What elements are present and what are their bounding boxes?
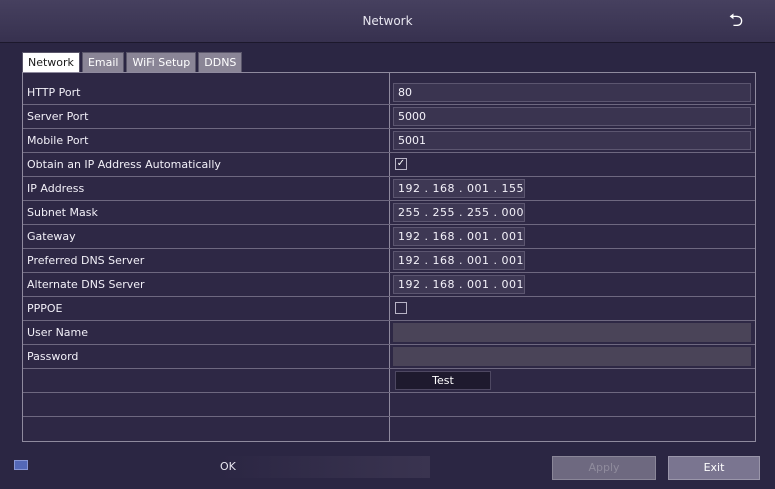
http-port-input[interactable]: 80 bbox=[393, 83, 751, 102]
mobile-port-input[interactable]: 5001 bbox=[393, 131, 751, 150]
pppoe-label: PPPOE bbox=[27, 302, 63, 315]
status-indicator-icon bbox=[14, 460, 28, 470]
server-port-label: Server Port bbox=[27, 110, 89, 123]
row-gateway: Gateway 192 . 168 . 001 . 001 bbox=[23, 225, 755, 249]
tab-email[interactable]: Email bbox=[81, 52, 125, 72]
alternate-dns-label: Alternate DNS Server bbox=[27, 278, 145, 291]
tab-bar: Network Email WiFi Setup DDNS bbox=[22, 52, 244, 72]
preferred-dns-input[interactable]: 192 . 168 . 001 . 001 bbox=[393, 251, 525, 270]
tab-ddns[interactable]: DDNS bbox=[198, 52, 243, 72]
user-name-input[interactable] bbox=[393, 323, 751, 342]
row-preferred-dns: Preferred DNS Server 192 . 168 . 001 . 0… bbox=[23, 249, 755, 273]
http-port-label: HTTP Port bbox=[27, 86, 81, 99]
apply-button[interactable]: Apply bbox=[552, 456, 656, 480]
row-user-name: User Name bbox=[23, 321, 755, 345]
gateway-input[interactable]: 192 . 168 . 001 . 001 bbox=[393, 227, 525, 246]
subnet-mask-input[interactable]: 255 . 255 . 255 . 000 bbox=[393, 203, 525, 222]
row-alternate-dns: Alternate DNS Server 192 . 168 . 001 . 0… bbox=[23, 273, 755, 297]
tab-wifi-setup[interactable]: WiFi Setup bbox=[126, 52, 197, 72]
pppoe-checkbox[interactable] bbox=[395, 302, 407, 314]
mobile-port-label: Mobile Port bbox=[27, 134, 89, 147]
row-empty-1 bbox=[23, 393, 755, 417]
row-test: Test bbox=[23, 369, 755, 393]
test-button[interactable]: Test bbox=[395, 371, 491, 390]
password-label: Password bbox=[27, 350, 79, 363]
window-title: Network bbox=[362, 14, 413, 28]
return-arrow-icon[interactable]: ⮌ bbox=[723, 10, 749, 32]
tab-network[interactable]: Network bbox=[22, 52, 80, 72]
password-input[interactable] bbox=[393, 347, 751, 366]
row-pppoe: PPPOE bbox=[23, 297, 755, 321]
row-password: Password bbox=[23, 345, 755, 369]
status-message: OK bbox=[220, 456, 430, 478]
network-settings-panel: HTTP Port 80 Server Port 5000 Mobile Por… bbox=[22, 72, 756, 442]
row-ip-address: IP Address 192 . 168 . 001 . 155 bbox=[23, 177, 755, 201]
row-empty-2 bbox=[23, 417, 755, 441]
row-mobile-port: Mobile Port 5001 bbox=[23, 129, 755, 153]
row-obtain-ip-auto: Obtain an IP Address Automatically ✓ bbox=[23, 153, 755, 177]
row-server-port: Server Port 5000 bbox=[23, 105, 755, 129]
alternate-dns-input[interactable]: 192 . 168 . 001 . 001 bbox=[393, 275, 525, 294]
gateway-label: Gateway bbox=[27, 230, 76, 243]
obtain-ip-auto-label: Obtain an IP Address Automatically bbox=[27, 158, 221, 171]
row-http-port: HTTP Port 80 bbox=[23, 81, 755, 105]
title-bar: Network ⮌ bbox=[0, 0, 775, 43]
ip-address-input[interactable]: 192 . 168 . 001 . 155 bbox=[393, 179, 525, 198]
obtain-ip-auto-checkbox[interactable]: ✓ bbox=[395, 158, 407, 170]
exit-button[interactable]: Exit bbox=[668, 456, 760, 480]
ip-address-label: IP Address bbox=[27, 182, 85, 195]
bottom-bar: OK Apply Exit bbox=[0, 452, 775, 489]
user-name-label: User Name bbox=[27, 326, 89, 339]
network-dialog: Network ⮌ Network Email WiFi Setup DDNS … bbox=[0, 0, 775, 489]
subnet-mask-label: Subnet Mask bbox=[27, 206, 98, 219]
preferred-dns-label: Preferred DNS Server bbox=[27, 254, 145, 267]
server-port-input[interactable]: 5000 bbox=[393, 107, 751, 126]
row-subnet-mask: Subnet Mask 255 . 255 . 255 . 000 bbox=[23, 201, 755, 225]
